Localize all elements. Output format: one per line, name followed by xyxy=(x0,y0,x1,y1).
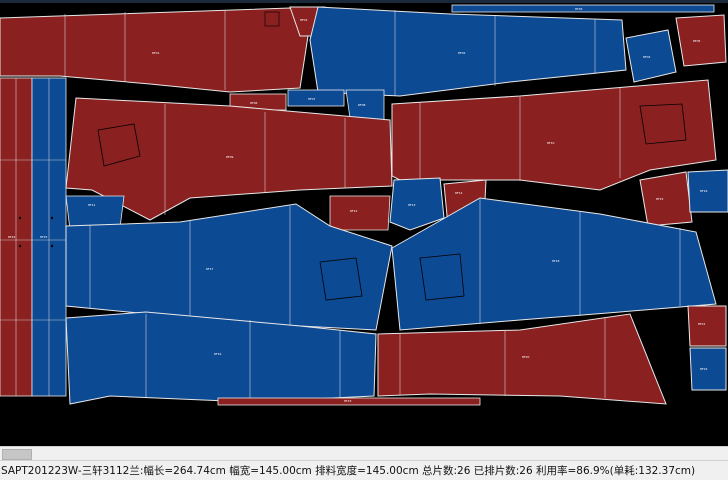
piece-front-leg-blue-1[interactable] xyxy=(309,6,627,97)
piece-label: 8F13 xyxy=(408,203,416,207)
piece-pocket-blue-4[interactable] xyxy=(689,347,727,391)
piece-label: 8F10 xyxy=(547,141,555,145)
piece-label: 8F18 xyxy=(552,259,560,263)
piece-label: 8F24 xyxy=(8,235,16,239)
piece-label: 8F11 xyxy=(88,203,96,207)
status-bar: SAPT201223W-三轩3112兰:幅长=264.74cm 幅宽=145.0… xyxy=(0,460,728,480)
piece-label: 8F08 xyxy=(358,103,366,107)
top-ruler xyxy=(0,0,728,3)
piece-label: 8F09 xyxy=(226,155,234,159)
piece-pocket-blue-3[interactable] xyxy=(687,169,728,213)
piece-label: 8F16 xyxy=(700,189,708,193)
piece-label: 8F22 xyxy=(700,367,708,371)
piece-pocket-red-4[interactable] xyxy=(687,305,727,347)
piece-strip-blue-1[interactable] xyxy=(287,89,345,107)
piece-pocket-red-3[interactable] xyxy=(639,171,693,227)
piece-label: 8F15 xyxy=(656,197,664,201)
piece-pocket-blue-1[interactable] xyxy=(625,29,677,83)
piece-label: 8F05 xyxy=(693,39,701,43)
piece-label: 8F19 xyxy=(214,352,222,356)
piece-label: 8F04 xyxy=(643,55,651,59)
marker-layout[interactable]: 8F01 8F02 8F03 8F04 8F05 8F06 8F07 8F08 … xyxy=(0,0,728,446)
piece-label: 8F14 xyxy=(455,191,463,195)
drill-hole xyxy=(50,216,54,220)
piece-label: 8F20 xyxy=(522,355,530,359)
piece-small-red-2[interactable] xyxy=(329,195,391,231)
drill-hole xyxy=(50,244,54,248)
marker-canvas[interactable]: 8F01 8F02 8F03 8F04 8F05 8F06 8F07 8F08 … xyxy=(0,0,728,446)
piece-label: 8F26 xyxy=(575,7,583,11)
piece-label: 8F21 xyxy=(698,322,706,326)
drill-hole xyxy=(18,244,22,248)
scrollbar-thumb[interactable] xyxy=(2,449,32,460)
drill-hole xyxy=(18,216,22,220)
horizontal-scrollbar[interactable] xyxy=(0,446,728,461)
piece-pocket-red-1[interactable] xyxy=(675,14,727,67)
piece-strip-top-right[interactable] xyxy=(451,4,715,13)
piece-label: 8F23 xyxy=(344,399,352,403)
piece-label: 8F02 xyxy=(458,51,466,55)
piece-back-leg-red-3[interactable] xyxy=(391,79,717,191)
status-text: SAPT201223W-三轩3112兰:幅长=264.74cm 幅宽=145.0… xyxy=(1,465,696,477)
piece-label: 8F12 xyxy=(350,209,358,213)
piece-label: 8F17 xyxy=(206,267,214,271)
piece-pocket-blue-2[interactable] xyxy=(389,177,445,231)
piece-label: 8F25 xyxy=(40,235,48,239)
piece-label: 8F07 xyxy=(308,97,316,101)
piece-label: 8F03 xyxy=(300,18,308,22)
piece-label: 8F06 xyxy=(250,101,258,105)
piece-label: 8F01 xyxy=(152,51,160,55)
